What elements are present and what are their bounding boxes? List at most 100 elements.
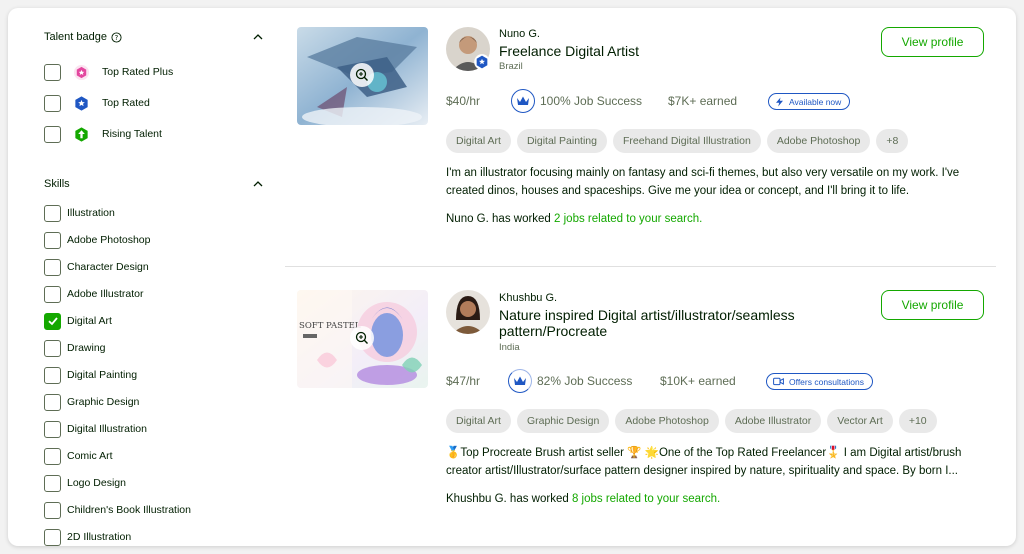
- chevron-up-icon[interactable]: [252, 31, 264, 43]
- video-icon: [773, 377, 784, 386]
- hourly-rate: $40/hr: [446, 94, 481, 108]
- talent-badge-header[interactable]: Talent badge ?: [44, 28, 264, 46]
- skill-tag[interactable]: Adobe Illustrator: [724, 409, 822, 433]
- freelancer-description: 🥇Top Procreate Brush artist seller 🏆 🌟On…: [446, 447, 962, 477]
- filter-option-top-rated[interactable]: Top Rated: [44, 94, 150, 112]
- checkbox[interactable]: [44, 94, 61, 112]
- checkbox-checked[interactable]: [44, 312, 61, 330]
- skill-option[interactable]: Adobe Illustrator: [44, 285, 143, 303]
- freelancer-title[interactable]: Nature inspired Digital artist/illustrat…: [499, 307, 849, 339]
- more-skills-tag[interactable]: +10: [898, 409, 937, 433]
- checkbox[interactable]: [44, 231, 61, 249]
- help-icon[interactable]: ?: [111, 31, 122, 43]
- skills-header[interactable]: Skills: [44, 175, 264, 193]
- search-results-card: Talent badge ? Top Rated Plus Top Rated …: [8, 8, 1016, 546]
- checkbox[interactable]: [44, 501, 61, 519]
- job-success-text: 100% Job Success: [540, 94, 643, 108]
- job-success: 100% Job Success: [511, 89, 642, 113]
- skill-option[interactable]: Digital Painting: [44, 366, 137, 384]
- skill-option[interactable]: Digital Illustration: [44, 420, 147, 438]
- skill-option[interactable]: Children's Book Illustration: [44, 501, 191, 519]
- talent-badge-title: Talent badge: [44, 31, 107, 43]
- more-skills-tag[interactable]: +8: [876, 129, 909, 153]
- checkbox[interactable]: [44, 393, 61, 411]
- skill-option[interactable]: Comic Art: [44, 447, 113, 465]
- skill-label: Adobe Illustrator: [67, 288, 144, 300]
- zoom-icon[interactable]: [350, 63, 374, 87]
- checkbox[interactable]: [44, 125, 61, 143]
- availability-badge: Available now: [768, 93, 851, 110]
- jobs-worked-link[interactable]: 2 jobs related to your search.: [554, 213, 702, 225]
- skill-label: Comic Art: [67, 450, 113, 462]
- jobs-worked-link[interactable]: 8 jobs related to your search.: [572, 493, 720, 505]
- freelancer-title[interactable]: Freelance Digital Artist: [499, 43, 849, 59]
- filter-option-rising-talent[interactable]: Rising Talent: [44, 125, 162, 143]
- thumbnail-text: SOFT PASTEL: [299, 321, 361, 331]
- job-success-text: 82% Job Success: [537, 374, 633, 388]
- skill-label: Illustration: [67, 207, 115, 219]
- checkbox[interactable]: [44, 339, 61, 357]
- checkbox[interactable]: [44, 366, 61, 384]
- skill-tag[interactable]: Adobe Photoshop: [766, 129, 871, 153]
- checkbox[interactable]: [44, 474, 61, 492]
- checkbox[interactable]: [44, 447, 61, 465]
- checkbox[interactable]: [44, 528, 61, 546]
- job-success: 82% Job Success: [508, 369, 632, 393]
- skill-option[interactable]: Adobe Photoshop: [44, 231, 151, 249]
- checkbox[interactable]: [44, 420, 61, 438]
- freelancer-country: India: [499, 342, 520, 353]
- job-success-icon: [511, 89, 535, 113]
- skill-tag[interactable]: Digital Art: [446, 409, 511, 433]
- skill-tag[interactable]: Digital Art: [446, 129, 511, 153]
- filter-option-top-rated-plus[interactable]: Top Rated Plus: [44, 63, 173, 81]
- freelancer-name[interactable]: Nuno G.: [499, 28, 540, 40]
- top-rated-plus-icon: [73, 64, 90, 80]
- skill-option[interactable]: 2D Illustration: [44, 528, 131, 546]
- jobs-worked-text: Nuno G. has worked: [446, 213, 555, 225]
- total-earned: $10K+ earned: [660, 374, 736, 388]
- lightning-icon: [776, 97, 783, 106]
- skill-label: Character Design: [67, 261, 149, 273]
- skill-tags: Digital Art Graphic Design Adobe Photosh…: [446, 409, 937, 433]
- availability-text: Available now: [789, 96, 842, 107]
- checkbox[interactable]: [44, 285, 61, 303]
- skill-label: Drawing: [67, 342, 106, 354]
- checkbox[interactable]: [44, 204, 61, 222]
- freelancer-name[interactable]: Khushbu G.: [499, 292, 557, 304]
- skill-option[interactable]: Character Design: [44, 258, 149, 276]
- skill-tag[interactable]: Freehand Digital Illustration: [612, 129, 761, 153]
- skills-title: Skills: [44, 178, 70, 190]
- skill-label: Graphic Design: [67, 396, 140, 408]
- skill-option[interactable]: Logo Design: [44, 474, 126, 492]
- portfolio-thumbnail[interactable]: SOFT PASTEL: [297, 290, 428, 388]
- skill-tag[interactable]: Vector Art: [827, 409, 893, 433]
- avatar[interactable]: [446, 290, 490, 334]
- skill-label: Logo Design: [67, 477, 126, 489]
- consultations-badge: Offers consultations: [766, 373, 873, 390]
- view-profile-button[interactable]: View profile: [881, 290, 984, 320]
- chevron-up-icon[interactable]: [252, 178, 264, 190]
- skill-label: Digital Painting: [67, 369, 138, 381]
- consultations-text: Offers consultations: [789, 376, 864, 387]
- skill-tag[interactable]: Adobe Photoshop: [615, 409, 719, 433]
- skill-label: Children's Book Illustration: [67, 504, 191, 516]
- portfolio-thumbnail[interactable]: [297, 27, 428, 125]
- top-rated-icon: [75, 95, 88, 111]
- skill-option[interactable]: Illustration: [44, 204, 115, 222]
- skill-tag[interactable]: Graphic Design: [516, 409, 610, 433]
- skill-label: 2D Illustration: [67, 531, 132, 543]
- skill-label: Digital Art: [67, 315, 112, 327]
- skill-option-digital-art[interactable]: Digital Art: [44, 312, 112, 330]
- filter-option-label: Rising Talent: [102, 128, 162, 140]
- freelancer-description: I'm an illustrator focusing mainly on fa…: [446, 167, 960, 197]
- zoom-icon[interactable]: [350, 326, 374, 350]
- view-profile-button[interactable]: View profile: [881, 27, 984, 57]
- total-earned: $7K+ earned: [668, 94, 738, 108]
- checkbox[interactable]: [44, 63, 61, 81]
- checkbox[interactable]: [44, 258, 61, 276]
- skill-option[interactable]: Graphic Design: [44, 393, 139, 411]
- rising-talent-icon: [75, 126, 88, 142]
- skill-tag[interactable]: Digital Painting: [516, 129, 607, 153]
- hourly-rate: $47/hr: [446, 374, 481, 388]
- skill-option[interactable]: Drawing: [44, 339, 106, 357]
